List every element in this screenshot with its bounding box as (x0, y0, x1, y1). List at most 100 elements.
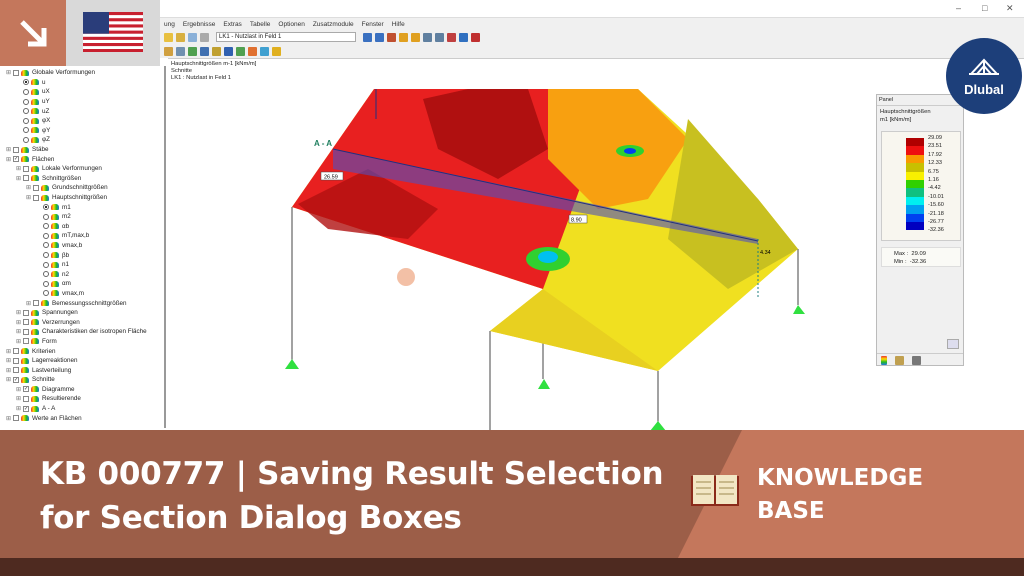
tree-item[interactable]: ⊞ ✓ Schnitte (0, 375, 164, 385)
checkbox[interactable] (23, 175, 29, 182)
expand-icon[interactable]: ⊞ (16, 386, 22, 393)
tree-item[interactable]: uX (0, 87, 164, 97)
expand-icon[interactable]: ⊞ (26, 194, 32, 201)
checkbox[interactable] (13, 367, 19, 374)
tree-item[interactable]: ⊞ Verzerrungen (0, 317, 164, 327)
expand-icon[interactable]: ⊞ (16, 338, 22, 345)
checkbox[interactable] (13, 69, 19, 76)
checkbox[interactable] (23, 319, 29, 326)
toolbar-icon[interactable] (411, 32, 420, 42)
tree-item[interactable]: φZ (0, 135, 164, 145)
menu-fenster[interactable]: Fenster (362, 21, 384, 28)
tree-item[interactable]: m2 (0, 212, 164, 222)
checkbox[interactable] (33, 194, 39, 201)
radio-button[interactable] (43, 261, 49, 268)
radio-button[interactable] (23, 117, 29, 124)
tree-item[interactable]: ⊞ Grundschnittgrößen (0, 183, 164, 193)
toolbar-icon[interactable] (260, 46, 269, 56)
tree-item[interactable]: m1 (0, 202, 164, 212)
checkbox[interactable]: ✓ (13, 376, 19, 383)
tree-item[interactable]: ⊞ Hauptschnittgrößen (0, 193, 164, 203)
tree-item[interactable]: uY (0, 97, 164, 107)
filter-tab-icon[interactable] (912, 356, 921, 365)
loadcase-select[interactable]: LK1 - Nutzlast in Feld 1 (216, 32, 356, 42)
expand-icon[interactable]: ⊞ (6, 376, 12, 383)
menu-tabelle[interactable]: Tabelle (250, 21, 271, 28)
radio-button[interactable] (43, 252, 49, 259)
tree-item[interactable]: ⊞ Lokale Verformungen (0, 164, 164, 174)
menu-hilfe[interactable]: Hilfe (392, 21, 405, 28)
tree-item[interactable]: u (0, 78, 164, 88)
radio-button[interactable] (23, 98, 29, 105)
expand-icon[interactable]: ⊞ (26, 300, 32, 307)
tree-item[interactable]: ⊞ ✓ Flächen (0, 154, 164, 164)
expand-icon[interactable]: ⊞ (6, 146, 12, 153)
checkbox[interactable]: ✓ (23, 405, 29, 412)
tree-item[interactable]: ⊞ Bemessungsschnittgrößen (0, 298, 164, 308)
toolbar-icon[interactable] (423, 32, 432, 42)
radio-button[interactable] (23, 79, 29, 86)
toolbar-icon[interactable] (387, 32, 396, 42)
toolbar-icon[interactable] (363, 32, 372, 42)
tree-item[interactable]: φY (0, 126, 164, 136)
radio-button[interactable] (23, 127, 29, 134)
checkbox[interactable] (23, 338, 29, 345)
tree-item[interactable]: ⊞ Werte an Flächen (0, 413, 164, 423)
tree-item[interactable]: αm (0, 279, 164, 289)
tree-item[interactable]: uZ (0, 106, 164, 116)
tree-item[interactable]: ⊞ Spannungen (0, 308, 164, 318)
toolbar-icon[interactable] (471, 32, 480, 42)
menu-ergebnisse[interactable]: Ergebnisse (183, 21, 216, 28)
toolbar-icon[interactable] (224, 46, 233, 56)
menu-extras[interactable]: Extras (223, 21, 241, 28)
tree-item[interactable]: vmax,b (0, 241, 164, 251)
toolbar-icon[interactable] (176, 46, 185, 56)
expand-icon[interactable]: ⊞ (6, 357, 12, 364)
toolbar-icon[interactable] (164, 32, 173, 42)
radio-button[interactable] (43, 223, 49, 230)
menu-zusatzmodule[interactable]: Zusatzmodule (313, 21, 354, 28)
checkbox[interactable]: ✓ (13, 156, 19, 163)
toolbar-icon[interactable] (200, 46, 209, 56)
toolbar-icon[interactable] (212, 46, 221, 56)
checkbox[interactable] (33, 184, 39, 191)
toolbar-icon[interactable] (188, 46, 197, 56)
toolbar-icon[interactable] (200, 32, 209, 42)
tree-item[interactable]: ⊞ Lastverteilung (0, 365, 164, 375)
tree-item[interactable]: ⊞ ✓ Diagramme (0, 385, 164, 395)
expand-icon[interactable]: ⊞ (6, 69, 12, 76)
tree-item[interactable]: vmax,m (0, 289, 164, 299)
expand-icon[interactable]: ⊞ (16, 405, 22, 412)
expand-icon[interactable]: ⊞ (26, 184, 32, 191)
expand-icon[interactable]: ⊞ (16, 175, 22, 182)
toolbar-icon[interactable] (248, 46, 257, 56)
radio-button[interactable] (43, 213, 49, 220)
toolbar-icon[interactable] (176, 32, 185, 42)
tree-item[interactable]: ⊞ Stäbe (0, 145, 164, 155)
tree-item[interactable]: ⊞ ✓ A - A (0, 404, 164, 414)
expand-icon[interactable]: ⊞ (16, 319, 22, 326)
tree-item[interactable]: ⊞ Form (0, 337, 164, 347)
tree-item[interactable]: n1 (0, 260, 164, 270)
toolbar-icon[interactable] (164, 46, 173, 56)
tree-item[interactable]: n2 (0, 269, 164, 279)
tree-item[interactable]: βb (0, 250, 164, 260)
checkbox[interactable]: ✓ (23, 386, 29, 393)
minimize-icon[interactable]: – (956, 3, 961, 13)
expand-icon[interactable]: ⊞ (16, 309, 22, 316)
radio-button[interactable] (23, 136, 29, 143)
checkbox[interactable] (13, 146, 19, 153)
checkbox[interactable] (23, 395, 29, 402)
menu-optionen[interactable]: Optionen (278, 21, 304, 28)
tree-item[interactable]: ⊞ Schnittgrößen (0, 174, 164, 184)
expand-icon[interactable]: ⊞ (16, 395, 22, 402)
toolbar-icon[interactable] (236, 46, 245, 56)
expand-icon[interactable]: ⊞ (6, 348, 12, 355)
back-arrow-tile[interactable] (0, 0, 66, 66)
checkbox[interactable] (13, 415, 19, 422)
checkbox[interactable] (23, 328, 29, 335)
toolbar-icon[interactable] (188, 32, 197, 42)
expand-icon[interactable]: ⊞ (16, 328, 22, 335)
radio-button[interactable] (43, 204, 49, 211)
radio-button[interactable] (43, 280, 49, 287)
